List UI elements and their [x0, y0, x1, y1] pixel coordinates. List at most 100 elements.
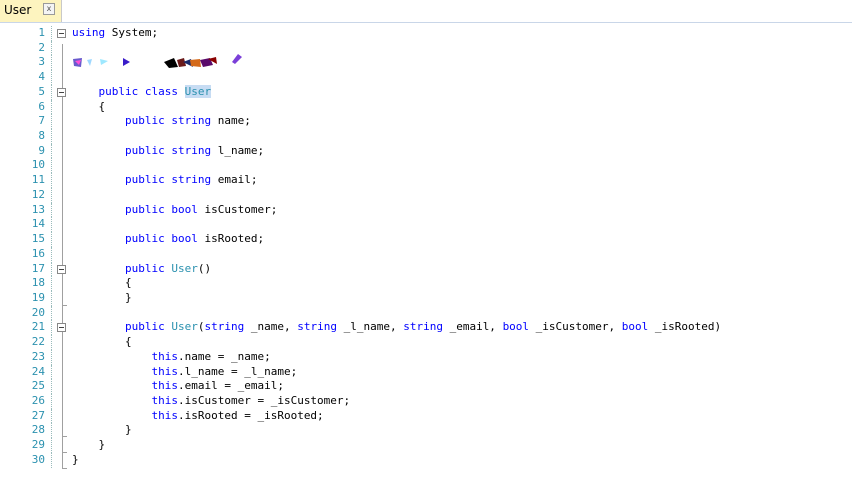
code-line[interactable]: 29 }: [0, 438, 852, 453]
keyword-token: public: [124, 114, 165, 128]
code-line[interactable]: 9 public string l_name;: [0, 143, 852, 159]
collapse-icon[interactable]: [57, 264, 66, 274]
code-line[interactable]: 22 {: [0, 335, 852, 350]
code-line[interactable]: 17 public User(): [0, 261, 852, 277]
code-text: public User(): [72, 262, 211, 277]
code-line[interactable]: 5 public class User: [0, 84, 852, 100]
code-token: _email,: [442, 320, 503, 334]
line-number: 11: [31, 173, 45, 187]
code-line[interactable]: 1 using System;: [0, 26, 852, 41]
line-number: 6: [38, 99, 45, 113]
code-token: {: [72, 335, 132, 349]
code-token: {: [72, 99, 106, 113]
code-line[interactable]: 19 }: [0, 290, 852, 306]
gutter-separator: [51, 187, 53, 203]
keyword-token: public: [98, 84, 139, 98]
code-line[interactable]: 8: [0, 129, 852, 144]
code-text: }: [72, 438, 105, 453]
code-line[interactable]: 25 this.email = _email;: [0, 379, 852, 394]
code-token: System;: [105, 26, 159, 39]
gutter-separator: [51, 379, 53, 394]
code-line[interactable]: 7 public string name;: [0, 114, 852, 129]
code-line[interactable]: 23 this.name = _name;: [0, 349, 852, 365]
collapse-icon[interactable]: [57, 29, 66, 38]
gutter-separator: [51, 84, 53, 100]
gutter-separator: [51, 364, 53, 380]
keyword-token: string: [297, 320, 337, 334]
code-text: this.isRooted = _isRooted;: [72, 409, 323, 424]
code-line[interactable]: 13 public bool isCustomer;: [0, 202, 852, 218]
line-number: 5: [38, 84, 45, 98]
close-icon[interactable]: x: [43, 3, 55, 15]
code-line[interactable]: 14: [0, 217, 852, 233]
code-token: }: [72, 438, 106, 452]
code-token: _isCustomer,: [529, 320, 622, 334]
gutter-separator: [51, 261, 53, 277]
gutter-separator: [51, 276, 53, 291]
keyword-token: this: [151, 349, 178, 363]
line-number: 14: [31, 217, 45, 231]
gutter-separator: [51, 394, 53, 409]
code-line[interactable]: 21 public User(string _name, string _l_n…: [0, 320, 852, 336]
code-token: isRooted;: [197, 232, 265, 246]
keyword-token: bool: [621, 320, 649, 334]
gutter-separator: [51, 70, 53, 85]
line-number: 12: [31, 187, 45, 201]
keyword-token: public: [124, 143, 165, 157]
code-text: this.l_name = _l_name;: [72, 365, 297, 380]
code-text: public class User: [72, 84, 212, 100]
code-token: }: [72, 290, 132, 304]
code-text: public bool isRooted;: [72, 232, 264, 247]
code-line[interactable]: 27 this.isRooted = _isRooted;: [0, 408, 852, 424]
line-number: 15: [31, 232, 45, 246]
keyword-token: this: [151, 379, 178, 393]
code-line[interactable]: 2: [0, 40, 852, 56]
code-line[interactable]: 12: [0, 187, 852, 203]
code-line[interactable]: 11 public string email;: [0, 173, 852, 188]
code-editor[interactable]: 1 using System; 2 3 4 5 public class User 6 {7…: [0, 22, 852, 481]
keyword-token: class: [144, 84, 178, 98]
code-text: public string email;: [72, 173, 257, 188]
code-line[interactable]: 4: [0, 70, 852, 85]
collapse-icon[interactable]: [57, 323, 66, 333]
keyword-token: bool: [171, 202, 198, 216]
line-number: 2: [38, 40, 45, 54]
code-line[interactable]: 6 {: [0, 99, 852, 115]
line-number: 30: [31, 452, 45, 466]
keyword-token: this: [151, 364, 178, 378]
gutter-separator: [51, 173, 53, 188]
line-number: 16: [31, 246, 45, 260]
line-number: 26: [31, 394, 45, 407]
collapse-icon[interactable]: [57, 87, 66, 97]
code-line[interactable]: 30}: [0, 452, 852, 468]
gutter-separator: [51, 114, 53, 129]
keyword-token: public: [124, 261, 165, 275]
keyword-token: string: [204, 320, 245, 334]
code-line[interactable]: 20: [0, 305, 852, 321]
keyword-token: string: [171, 143, 212, 157]
code-line[interactable]: 15 public bool isRooted;: [0, 232, 852, 247]
code-line[interactable]: 18 {: [0, 276, 852, 291]
document-tab-strip: User x: [0, 0, 852, 23]
code-line[interactable]: 28 }: [0, 423, 852, 439]
code-text: }: [72, 423, 132, 438]
code-line[interactable]: 24 this.l_name = _l_name;: [0, 364, 852, 380]
line-number: 19: [31, 290, 45, 304]
code-line[interactable]: 26 this.isCustomer = _isCustomer;: [0, 394, 852, 409]
code-line[interactable]: 16: [0, 246, 852, 262]
tab-user[interactable]: User x: [0, 0, 62, 22]
code-line[interactable]: 3: [0, 55, 852, 71]
type-token: User: [171, 320, 198, 334]
code-text: {: [72, 100, 105, 115]
line-number: 29: [31, 438, 45, 452]
code-line[interactable]: 10: [0, 158, 852, 174]
